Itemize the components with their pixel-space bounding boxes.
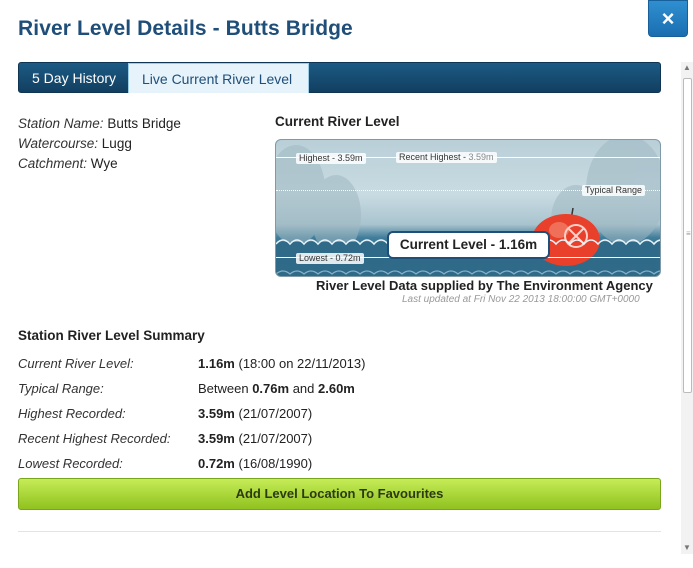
station-name-label: Station Name: bbox=[18, 116, 104, 131]
station-name-line: Station Name: Butts Bridge bbox=[18, 114, 181, 134]
summary-heading: Station River Level Summary bbox=[18, 328, 205, 343]
modal-title: River Level Details - Butts Bridge bbox=[18, 17, 353, 40]
catchment-value: Wye bbox=[90, 156, 118, 171]
catchment-label: Catchment: bbox=[18, 156, 88, 171]
summary-label: Typical Range: bbox=[18, 381, 104, 396]
catchment-line: Catchment: Wye bbox=[18, 154, 181, 174]
station-name-value: Butts Bridge bbox=[107, 116, 181, 131]
tab-live-current-river-level[interactable]: Live Current River Level bbox=[128, 63, 309, 93]
close-button[interactable]: × bbox=[648, 0, 688, 37]
summary-value: 3.59m (21/07/2007) bbox=[198, 406, 313, 421]
summary-label: Current River Level: bbox=[18, 356, 134, 371]
summary-row-recent-highest: Recent Highest Recorded: 3.59m (21/07/20… bbox=[18, 431, 658, 449]
summary-row-lowest: Lowest Recorded: 0.72m (16/08/1990) bbox=[18, 456, 658, 474]
summary-row-highest: Highest Recorded: 3.59m (21/07/2007) bbox=[18, 406, 658, 424]
summary-label: Lowest Recorded: bbox=[18, 456, 123, 471]
summary-row-typical-range: Typical Range: Between 0.76m and 2.60m bbox=[18, 381, 658, 399]
recent-highest-prefix: Recent Highest - bbox=[399, 152, 469, 162]
add-to-favourites-button[interactable]: Add Level Location To Favourites bbox=[18, 478, 661, 510]
lowest-level-tag: Lowest - 0.72m bbox=[296, 253, 364, 264]
watercourse-value: Lugg bbox=[101, 136, 132, 151]
summary-row-current: Current River Level: 1.16m (18:00 on 22/… bbox=[18, 356, 658, 374]
summary-label: Highest Recorded: bbox=[18, 406, 126, 421]
scrollbar-thumb[interactable]: ≡ bbox=[683, 78, 692, 393]
river-level-modal: × River Level Details - Butts Bridge 5 D… bbox=[0, 0, 693, 568]
vertical-scrollbar[interactable]: ▲ ≡ ▼ bbox=[681, 62, 693, 554]
typical-range-tag: Typical Range bbox=[582, 185, 646, 196]
summary-value: 0.72m (16/08/1990) bbox=[198, 456, 313, 471]
current-level-badge: Current Level - 1.16m bbox=[387, 231, 550, 259]
scroll-grip-icon: ≡ bbox=[686, 229, 691, 238]
close-icon: × bbox=[661, 6, 675, 31]
summary-value: 1.16m (18:00 on 22/11/2013) bbox=[198, 356, 366, 371]
scroll-down-arrow-icon[interactable]: ▼ bbox=[681, 542, 693, 554]
data-source-credit: River Level Data supplied by The Environ… bbox=[316, 278, 653, 293]
recent-highest-tag: Recent Highest - 3.59m bbox=[396, 152, 497, 163]
tab-bar: 5 Day History Live Current River Level bbox=[18, 62, 661, 93]
tab-5-day-history[interactable]: 5 Day History bbox=[19, 64, 129, 92]
recent-highest-value: 3.59m bbox=[468, 152, 494, 162]
watercourse-label: Watercourse: bbox=[18, 136, 99, 151]
summary-value: Between 0.76m and 2.60m bbox=[198, 381, 355, 396]
last-updated-text: Last updated at Fri Nov 22 2013 18:00:00… bbox=[402, 294, 640, 305]
summary-label: Recent Highest Recorded: bbox=[18, 431, 171, 446]
station-info: Station Name: Butts Bridge Watercourse: … bbox=[18, 114, 181, 174]
footer-divider bbox=[18, 531, 661, 532]
current-river-level-heading: Current River Level bbox=[275, 114, 400, 129]
highest-level-tag: Highest - 3.59m bbox=[296, 153, 366, 164]
watercourse-line: Watercourse: Lugg bbox=[18, 134, 181, 154]
river-level-gauge: Highest - 3.59m Recent Highest - 3.59m T… bbox=[275, 139, 661, 277]
scroll-up-arrow-icon[interactable]: ▲ bbox=[681, 62, 693, 74]
summary-value: 3.59m (21/07/2007) bbox=[198, 431, 313, 446]
